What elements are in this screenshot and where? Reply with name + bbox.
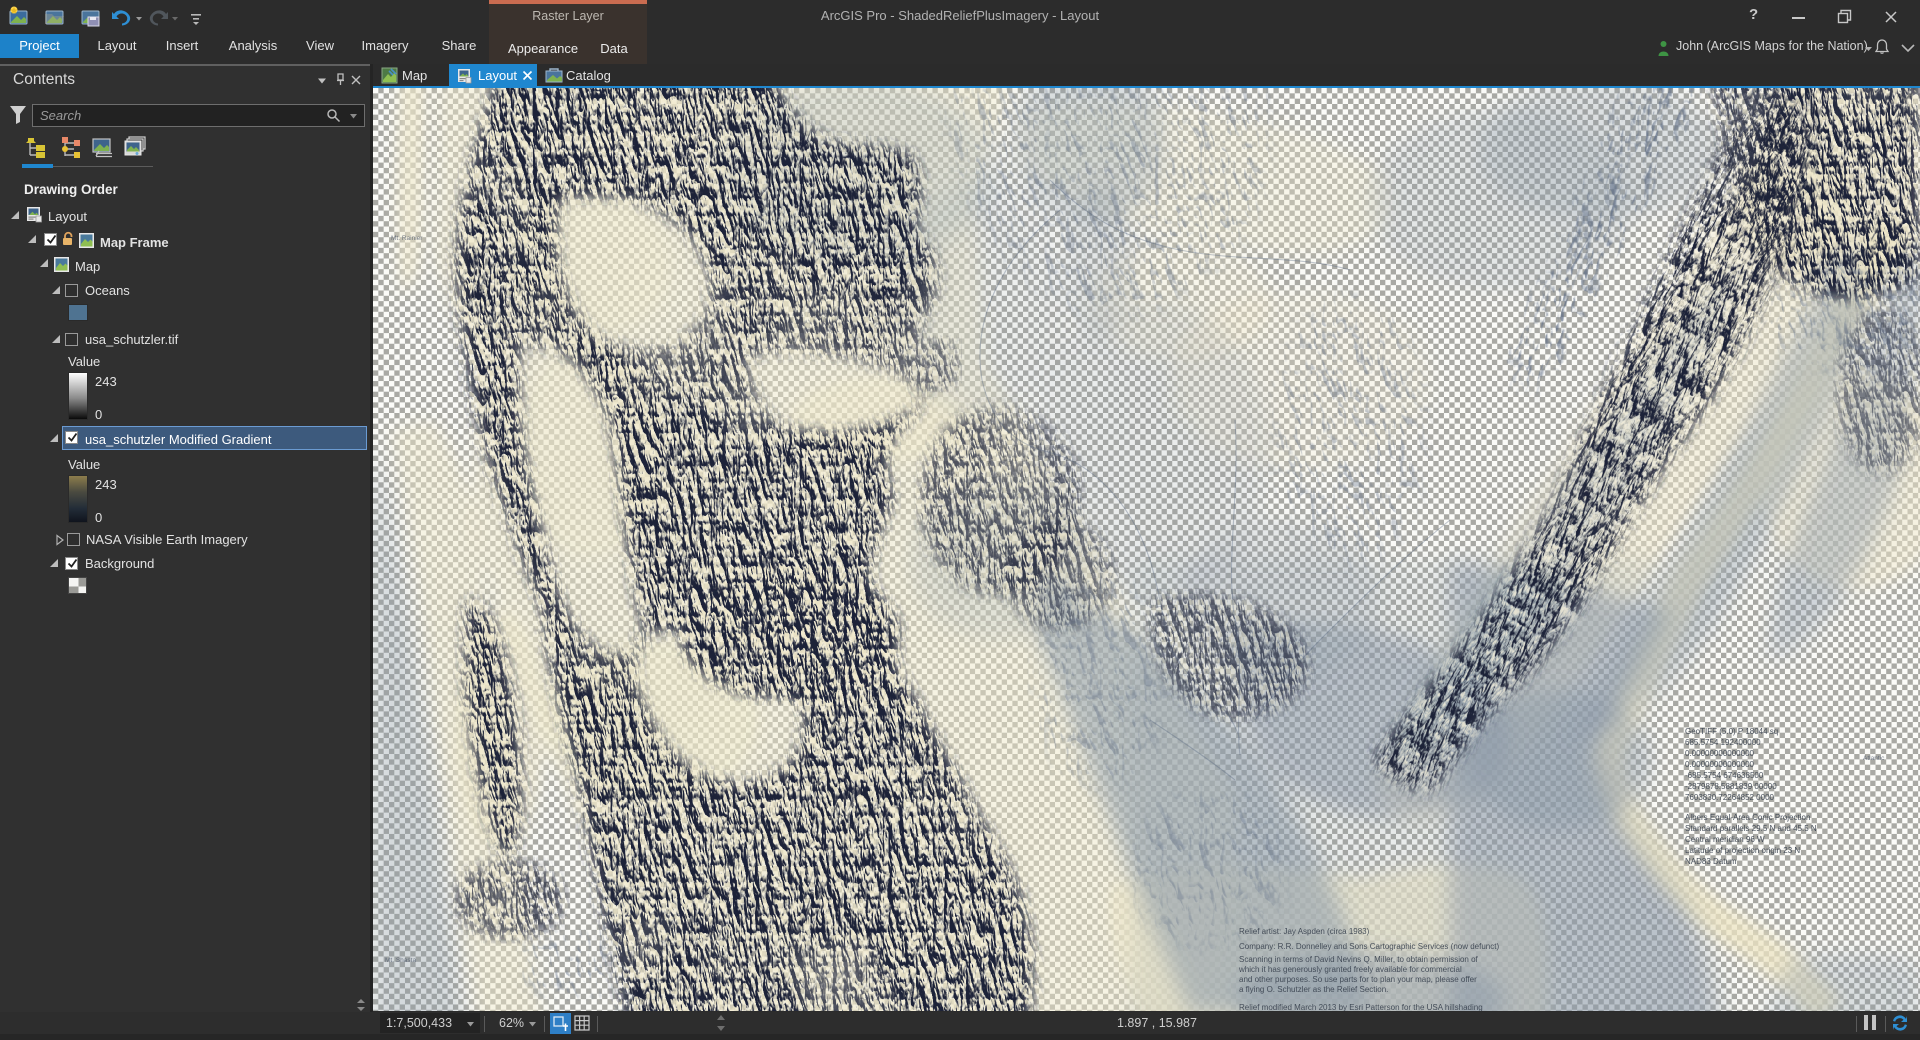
svg-text:Central meridian 96 W: Central meridian 96 W	[1685, 835, 1765, 844]
svg-text:685.5754 192400000: 685.5754 192400000	[1685, 738, 1761, 747]
svg-text:Company: R.R. Donnelley and So: Company: R.R. Donnelley and Sons Cartogr…	[1239, 942, 1499, 951]
svg-text:which it has generously grante: which it has generously granted freely a…	[1238, 965, 1462, 974]
svg-text:Mt. Rainier: Mt. Rainier	[391, 235, 423, 242]
svg-text:Mt. Shasta: Mt. Shasta	[385, 957, 416, 964]
svg-text:NAD83 Datum: NAD83 Datum	[1685, 857, 1737, 866]
svg-text:GeoTIFF (5.0) P 18044 sq: GeoTIFF (5.0) P 18044 sq	[1685, 727, 1778, 736]
svg-text:Relief artist: Jay Aspden (cir: Relief artist: Jay Aspden (circa 1983)	[1239, 927, 1370, 936]
svg-text:Scanning in terms of David Nev: Scanning in terms of David Nevins Q. Mil…	[1239, 955, 1479, 964]
svg-text:-2879878.5881839 00000: -2879878.5881839 00000	[1685, 782, 1777, 791]
svg-text:a flying O. Schutzler as the R: a flying O. Schutzler as the Relief Sect…	[1239, 985, 1388, 994]
svg-text:0.00000000000000: 0.00000000000000	[1685, 749, 1755, 758]
svg-text:Relief modified March 2013 by: Relief modified March 2013 by Esri Patte…	[1239, 1003, 1483, 1011]
svg-text:Albers Equal-Area Conic Projec: Albers Equal-Area Conic Projection	[1685, 813, 1810, 822]
svg-text:0.00000000000000: 0.00000000000000	[1685, 760, 1755, 769]
svg-text:-685.5754 674638500: -685.5754 674638500	[1685, 771, 1764, 780]
svg-text:7603830.72264852 0000: 7603830.72264852 0000	[1685, 793, 1775, 802]
svg-text:and other purposes. So use par: and other purposes. So use parts for to …	[1239, 975, 1477, 984]
svg-text:Standard parallels 29.5 N and: Standard parallels 29.5 N and 45.5 N	[1685, 824, 1817, 833]
svg-text:Atlantic: Atlantic	[1863, 755, 1885, 762]
svg-text:Latitude of projection origin: Latitude of projection origin 23 N	[1685, 846, 1800, 855]
